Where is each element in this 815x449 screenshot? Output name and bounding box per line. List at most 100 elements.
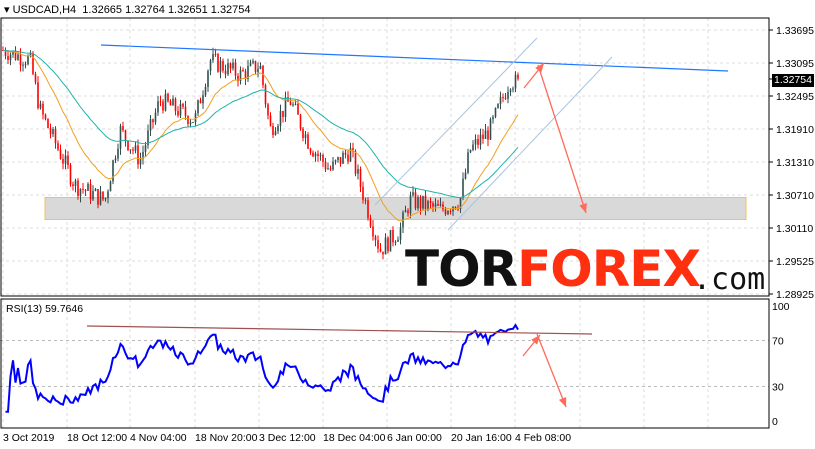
candle-body [179,103,182,116]
candle-body [177,111,179,116]
candle-body [369,218,372,227]
candle-body [242,69,244,72]
candle-body [74,180,77,187]
candle-body [9,54,12,61]
candle-body [64,155,67,164]
forecast-arrow-down [537,64,587,214]
candle-body [329,168,332,170]
candle-body [434,203,437,207]
candle-body [49,128,52,135]
rsi-arrow-down [536,333,567,408]
candle-body [382,251,384,255]
moving-average-slow [2,49,519,198]
candle-body [47,118,49,129]
rsi-tick-label: 0 [772,416,778,428]
candle-body [472,144,474,150]
candle-body [137,145,139,165]
candle-body [264,85,267,105]
candle-body [204,87,207,96]
candle-body [409,195,412,214]
rsi-tick-label: 100 [772,301,790,313]
candle-body [214,54,217,56]
candle-body [399,227,402,240]
candle-body [52,129,54,135]
candle-body [122,125,124,131]
candle-body [269,115,272,126]
candle-body [184,106,187,117]
logo-com: .com [693,262,766,297]
candle-body [44,114,47,119]
candle-body [117,148,119,159]
candle-body [367,200,369,219]
candle-body [432,203,434,207]
candle-body [249,62,252,66]
candle-body [344,152,347,155]
candle-body [339,157,342,164]
price-tick-label: 1.28925 [776,289,814,301]
rsi-line [5,323,519,413]
high-value: 1.32764 [125,4,165,16]
rsi-label: RSI(13) 59.7646 [6,303,84,315]
candle-body [429,201,432,204]
candle-body [79,188,82,196]
candle-body [34,74,37,83]
candle-body [387,237,389,252]
candle-body [469,149,472,153]
candle-body [309,148,312,153]
candle-body [27,55,29,65]
candle-body [379,248,382,252]
candle-body [384,237,387,255]
candle-body [484,130,487,139]
candle-body [347,154,349,162]
candle-body [99,191,102,205]
candle-body [437,203,439,206]
price-tick-label: 1.31310 [776,157,814,169]
current-price-label: 1.32754 [772,74,814,87]
candle-body [372,226,374,237]
candle-body [414,192,417,209]
candle-body [512,88,514,90]
candle-body [422,195,424,209]
torforex-logo: TORFOREX [405,240,701,298]
candle-body [397,239,399,242]
candle-body [17,54,19,60]
candle-body [124,130,127,141]
candle-body [477,139,479,145]
candle-body [262,65,264,86]
candle-body [57,143,59,150]
chart-canvas[interactable]: 1.33695 1.33095 1.32495 1.31910 1.31310 1.307… [0,0,815,449]
candle-body [192,122,194,124]
candle-body [449,211,452,213]
rsi-tick-label: 70 [772,336,784,348]
candle-body [174,98,177,112]
candle-body [324,161,327,170]
trading-chart[interactable]: 1.33695 1.33095 1.32495 1.31910 1.31310 1.307… [0,0,815,449]
candle-body [467,152,469,173]
candle-body [197,100,199,114]
candle-body [494,107,497,117]
candle-body [62,158,64,164]
candle-body [357,169,359,174]
candle-body [302,128,304,138]
candle-body [514,74,517,89]
candle-body [517,74,519,79]
candle-body [419,197,422,209]
candle-body [162,101,164,111]
candle-body [139,158,142,165]
candle-body [67,155,69,166]
candle-body [154,112,157,123]
candle-body [42,103,44,115]
candle-body [342,152,344,164]
candle-body [69,165,72,185]
candle-body [294,103,297,105]
candle-body [407,210,409,214]
candle-body [252,60,254,63]
candle-body [114,158,117,161]
candle-body [94,188,97,191]
candle-body [292,104,294,106]
candle-body [227,63,229,75]
candle-body [482,134,484,139]
candle-body [279,110,282,126]
candle-body [392,229,394,243]
candle-body [167,93,169,102]
